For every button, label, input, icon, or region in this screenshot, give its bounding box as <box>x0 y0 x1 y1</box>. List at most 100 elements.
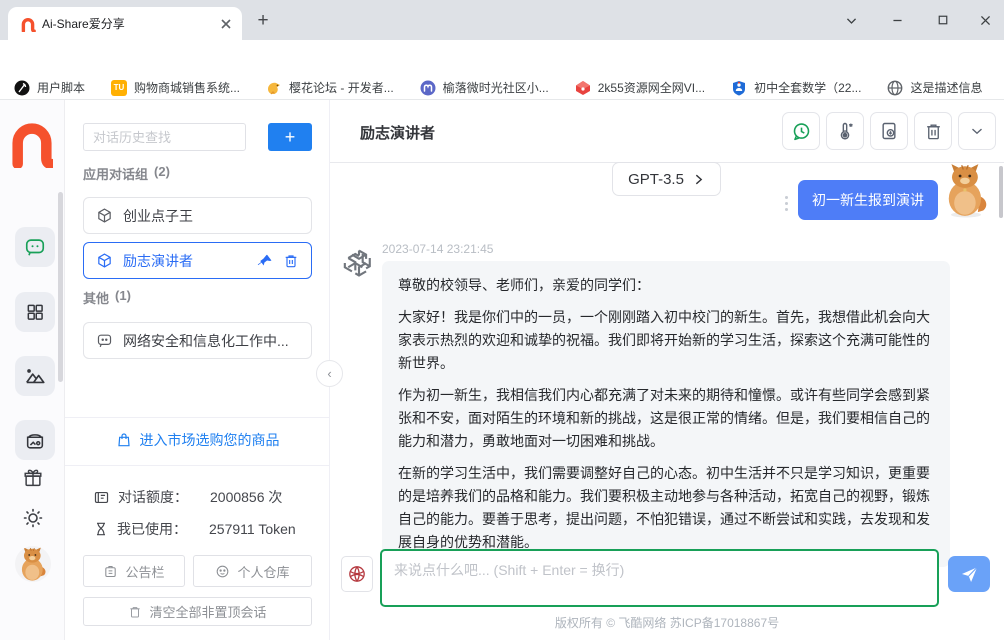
panel-divider <box>65 417 330 418</box>
message-paragraph: 作为初一新生，我相信我们内心都充满了对未来的期待和憧憬。或许有些同学会感到紧张和… <box>398 384 934 453</box>
tab-close-icon[interactable] <box>218 16 234 32</box>
window-maximize-button[interactable] <box>920 0 966 40</box>
bookmarks-bar: 用户脚本 TU 购物商城销售系统... 樱花论坛 - 开发者... 榆落微时光社… <box>0 76 1004 100</box>
message-input[interactable] <box>380 549 939 607</box>
notice-icon <box>103 564 118 579</box>
chat-item-idea[interactable]: 创业点子王 <box>83 197 312 234</box>
trash-icon <box>924 122 943 141</box>
nav-rail <box>0 100 65 640</box>
chat-scrollbar[interactable] <box>999 166 1003 218</box>
grid-icon <box>25 302 45 322</box>
personal-storage-button[interactable]: 个人仓库 <box>193 555 312 587</box>
history-button[interactable] <box>782 112 820 150</box>
app-logo[interactable] <box>11 116 53 168</box>
quota-card-icon <box>93 489 110 506</box>
export-image-icon <box>879 121 899 141</box>
chat-header: 励志演讲者 <box>330 100 1004 163</box>
chat-item-speaker[interactable]: 励志演讲者 <box>83 242 312 279</box>
2k55-icon <box>575 80 591 96</box>
plugin-globe-icon <box>347 564 367 584</box>
history-search-input[interactable] <box>83 123 246 151</box>
export-button[interactable] <box>870 112 908 150</box>
delete-icon[interactable] <box>283 253 299 269</box>
collapse-header-button[interactable] <box>958 112 996 150</box>
clear-chats-button[interactable]: 清空全部非置顶会话 <box>83 597 312 626</box>
cube-icon <box>96 252 113 269</box>
chat-bubble-icon <box>24 236 46 258</box>
chat-title: 励志演讲者 <box>360 122 435 143</box>
message-paragraph: 尊敬的校领导、老师们，亲爱的同学们： <box>398 274 934 297</box>
storage-icon <box>215 564 230 579</box>
user-message-avatar <box>940 162 992 218</box>
chat-history-icon <box>791 121 812 142</box>
copyright-footer: 版权所有 © 飞酷网络 苏ICP备17018867号 <box>330 614 1004 631</box>
send-button[interactable] <box>948 556 990 592</box>
chat-item-network[interactable]: 网络安全和信息化工作中... <box>83 322 312 359</box>
notice-board-button[interactable]: 公告栏 <box>83 555 185 587</box>
window-close-button[interactable] <box>962 0 1004 40</box>
new-chat-button[interactable]: + <box>268 123 312 151</box>
m-circle-icon <box>420 80 436 96</box>
tab-favicon <box>20 16 36 32</box>
tab-title: Ai-Share爱分享 <box>42 15 212 32</box>
thermometer-icon <box>835 121 855 141</box>
shopping-bag-icon <box>116 432 132 448</box>
tu-icon: TU <box>111 80 127 96</box>
chat-square-icon <box>96 332 113 349</box>
message-timestamp: 2023-07-14 23:21:45 <box>382 242 493 256</box>
browser-tab-strip: Ai-Share爱分享 + <box>0 0 1004 40</box>
group-other-header: 其他(1) <box>83 288 131 307</box>
model-selector[interactable]: GPT-3.5 <box>612 162 721 196</box>
shield-icon <box>731 80 747 96</box>
chevron-down-icon <box>968 122 986 140</box>
openai-logo-icon <box>342 246 376 280</box>
nav-gallery-button[interactable] <box>15 420 55 460</box>
nav-image-button[interactable] <box>15 356 55 396</box>
hourglass-icon <box>93 521 109 537</box>
paper-plane-icon <box>960 565 979 584</box>
browser-tab[interactable]: Ai-Share爱分享 <box>8 7 242 40</box>
chat-list-panel: + 应用对话组(2) 创业点子王 励志演讲者 其他(1) 网络安全和信息化工作中… <box>65 100 330 640</box>
group-apps-header: 应用对话组(2) <box>83 164 170 183</box>
nav-chat-button[interactable] <box>15 227 55 267</box>
delete-chat-button[interactable] <box>914 112 952 150</box>
sun-icon <box>21 506 45 530</box>
bookmark-description[interactable]: 这是描述信息 <box>887 79 982 96</box>
browser-toolbar: chat.gcrup.com/chat 更新 <box>0 40 1004 76</box>
cube-icon <box>96 207 113 224</box>
assistant-message-bubble: 尊敬的校领导、老师们，亲爱的同学们： 大家好！我是你们中的一员，一个刚刚踏入初中校… <box>382 261 950 567</box>
message-options-icon[interactable] <box>785 196 788 199</box>
gift-button[interactable] <box>21 466 45 490</box>
bookmark-yuluo-community[interactable]: 榆落微时光社区小... <box>420 79 549 96</box>
temperature-button[interactable] <box>826 112 864 150</box>
photo-box-icon <box>24 429 46 451</box>
window-minimize-button[interactable] <box>874 0 920 40</box>
panel-divider <box>65 465 330 466</box>
pin-icon[interactable] <box>257 253 273 269</box>
chevron-right-icon <box>692 173 705 186</box>
theme-button[interactable] <box>21 506 45 530</box>
message-paragraph: 大家好！我是你们中的一员，一个刚刚踏入初中校门的新生。首先，我想借此机会向大家表… <box>398 306 934 375</box>
rail-scrollbar[interactable] <box>58 192 63 382</box>
bookmark-shop-system[interactable]: TU 购物商城销售系统... <box>111 79 240 96</box>
used-row: 我已使用： 257911 Token <box>93 519 296 539</box>
app-window: Ai-Share爱分享 + chat.gcrup.com/chat 更新 <box>0 0 1004 640</box>
globe-icon <box>887 80 903 96</box>
bookmark-userscript[interactable]: 用户脚本 <box>14 79 85 96</box>
assistant-avatar <box>342 246 376 280</box>
bookmark-math-course[interactable]: 初中全套数学（22... <box>731 79 861 96</box>
new-tab-button[interactable]: + <box>252 10 274 32</box>
nav-apps-button[interactable] <box>15 292 55 332</box>
panel-collapse-button[interactable]: ‹ <box>316 360 343 387</box>
market-link[interactable]: 进入市场选购您的商品 <box>65 430 330 450</box>
gift-icon <box>22 467 44 489</box>
bookmark-sakura-forum[interactable]: 樱花论坛 - 开发者... <box>266 79 394 96</box>
userscript-icon <box>14 80 30 96</box>
plugin-button[interactable] <box>341 556 373 592</box>
user-avatar[interactable] <box>15 546 51 582</box>
bookmark-2k55-resources[interactable]: 2k55资源网全网VI... <box>575 79 705 96</box>
window-chevron-button[interactable] <box>828 0 874 40</box>
message-paragraph: 在新的学习生活中，我们需要调整好自己的心态。初中生活并不只是学习知识，更重要的是… <box>398 462 934 554</box>
user-message-bubble: 初一新生报到演讲 <box>798 180 938 220</box>
chat-main: 励志演讲者 GPT-3.5 <box>330 100 1004 640</box>
